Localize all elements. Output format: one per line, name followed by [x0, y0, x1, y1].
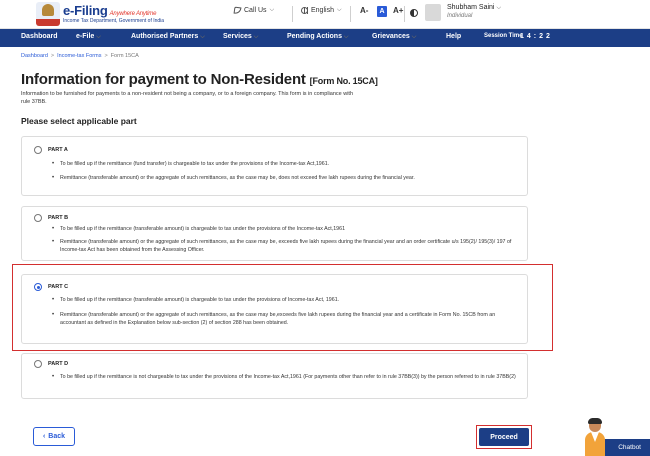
contrast-toggle-icon[interactable] — [410, 9, 418, 17]
breadcrumb-dashboard[interactable]: Dashboard — [21, 53, 48, 59]
globe-icon — [301, 7, 308, 14]
chatbot-button[interactable]: Chatbot — [600, 439, 650, 456]
part-d-card[interactable]: PART D To be filled up if the remittance… — [21, 353, 528, 399]
breadcrumb-income-tax-forms[interactable]: Income-tax Forms — [57, 53, 101, 59]
emblem-logo-icon[interactable] — [36, 2, 60, 26]
font-default-button[interactable]: A — [377, 6, 387, 17]
top-header: e-Filing Anywhere Anytime Income Tax Depa… — [0, 0, 650, 29]
nav-authorised-partners[interactable]: Authorised Partners ⌵ — [131, 33, 205, 41]
list-item: To be filled up if the remittance (trans… — [52, 226, 517, 234]
part-d-label: PART D — [48, 361, 69, 367]
chatbot-label: Chatbot — [618, 444, 641, 451]
chevron-right-icon: > — [50, 53, 55, 59]
chevron-right-icon: > — [104, 53, 108, 59]
main-nav: Dashboard e-File ⌵ Authorised Partners ⌵… — [0, 29, 650, 47]
part-d-radio[interactable] — [34, 360, 42, 368]
back-button-label: Back — [48, 433, 66, 440]
header-divider — [292, 6, 293, 22]
list-item: To be filled up if the remittance (fund … — [52, 161, 517, 169]
language-selector[interactable]: English ⌵ — [301, 7, 342, 14]
part-b-card[interactable]: PART B To be filled up if the remittance… — [21, 206, 528, 261]
chevron-down-icon: ⌵ — [200, 34, 205, 40]
call-us-menu[interactable]: Call Us ⌵ — [233, 6, 275, 15]
chatbot-avatar-icon[interactable] — [583, 418, 607, 456]
page-description: Information to be furnished for payments… — [21, 91, 354, 105]
language-label: English — [311, 7, 334, 14]
part-a-radio[interactable] — [34, 146, 42, 154]
session-time-label: Session Time — [484, 33, 523, 39]
call-us-label: Call Us — [244, 7, 267, 14]
back-button[interactable]: ‹ Back — [33, 427, 75, 446]
nav-pending-actions[interactable]: Pending Actions ⌵ — [287, 33, 348, 41]
chevron-left-icon: ‹ — [42, 433, 46, 440]
chevron-down-icon: ⌵ — [496, 5, 501, 11]
chevron-down-icon: ⌵ — [343, 34, 349, 40]
avatar[interactable] — [425, 4, 441, 21]
chevron-down-icon: ⌵ — [253, 34, 259, 40]
font-increase-button[interactable]: A+ — [393, 6, 403, 15]
header-divider — [350, 6, 351, 22]
nav-efile[interactable]: e-File ⌵ — [76, 33, 101, 41]
session-time-value: 14:22 — [520, 33, 553, 40]
part-a-card[interactable]: PART A To be filled up if the remittance… — [21, 136, 528, 196]
page-title: Information for payment to Non-Resident … — [21, 71, 378, 88]
part-a-label: PART A — [48, 147, 68, 153]
section-title: Please select applicable part — [21, 116, 137, 126]
part-b-label: PART B — [48, 215, 69, 221]
chevron-down-icon: ⌵ — [269, 7, 275, 13]
nav-grievances[interactable]: Grievances ⌵ — [372, 33, 416, 41]
header-divider — [404, 6, 405, 22]
form-number: [Form No. 15CA] — [309, 76, 378, 86]
part-c-highlight — [12, 264, 553, 351]
list-item: Remittance (transferable amount) or the … — [52, 239, 517, 254]
chevron-down-icon: ⌵ — [96, 34, 101, 40]
proceed-button[interactable]: Proceed — [479, 428, 529, 446]
list-item: Remittance (transferable amount) or the … — [52, 175, 517, 183]
logo-tagline: Anywhere Anytime — [109, 11, 157, 17]
font-decrease-button[interactable]: A- — [360, 6, 368, 15]
phone-icon — [233, 6, 242, 15]
breadcrumb-current: Form 15CA — [110, 53, 139, 59]
list-item: To be filled up if the remittance is not… — [52, 374, 517, 382]
efiling-logo[interactable]: e-Filing Anywhere Anytime Income Tax Depa… — [63, 3, 164, 24]
nav-services[interactable]: Services ⌵ — [223, 33, 258, 41]
user-role: Individual — [447, 13, 473, 19]
chevron-down-icon: ⌵ — [411, 34, 417, 40]
breadcrumb: Dashboard > Income-tax Forms > Form 15CA — [21, 53, 139, 59]
page-title-text: Information for payment to Non-Resident — [21, 71, 306, 88]
nav-dashboard[interactable]: Dashboard — [21, 33, 58, 40]
logo-subtitle: Income Tax Department, Government of Ind… — [63, 18, 165, 24]
user-name: Shubham Saini — [447, 4, 495, 11]
chevron-down-icon: ⌵ — [336, 7, 342, 13]
user-menu[interactable]: Shubham Saini ⌵ — [447, 4, 501, 12]
part-b-radio[interactable] — [34, 214, 42, 222]
logo-title: e-Filing — [63, 3, 108, 18]
nav-help[interactable]: Help — [446, 33, 461, 40]
